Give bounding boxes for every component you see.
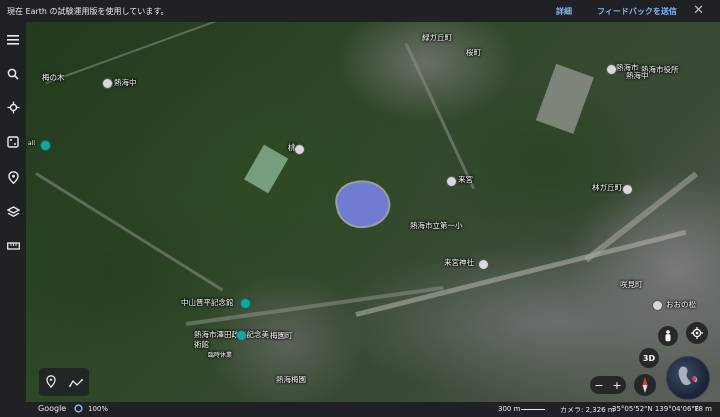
museum-pin-icon[interactable]	[236, 330, 247, 341]
menu-icon[interactable]	[3, 30, 23, 50]
greenhouse	[244, 144, 289, 194]
map-label: 咲見町	[620, 280, 643, 289]
map-label: おおの松	[666, 300, 696, 309]
details-link[interactable]: 詳細	[556, 6, 572, 17]
voyager-icon[interactable]	[3, 97, 23, 117]
place-pin-icon[interactable]	[446, 176, 457, 187]
map-label: 来宮神社	[444, 258, 474, 267]
map-toolbox	[39, 368, 89, 396]
satellite-map[interactable]: 緑ガ丘町 熱海市 熱海市役所 熱海中 来宮 熱海市立第一小 来宮神社 林ガ丘町 …	[26, 22, 720, 404]
map-label: 熱海中	[626, 71, 649, 80]
map-style-icon[interactable]	[3, 202, 23, 222]
place-pin-icon[interactable]	[652, 300, 663, 311]
close-icon[interactable]: ✕	[693, 3, 704, 18]
search-icon[interactable]	[3, 64, 23, 84]
coordinates: 35°05'52"N 139°04'06"E	[612, 405, 700, 413]
status-bar: Google 100% 300 m カメラ: 2,326 m 35°05'52"…	[26, 402, 720, 417]
google-logo: Google	[38, 404, 67, 413]
scale-label: 300 m	[498, 405, 521, 413]
map-label: 来宮	[458, 175, 473, 184]
compass-icon[interactable]	[634, 374, 656, 396]
3d-toggle-button[interactable]: 3D	[639, 348, 659, 368]
experimental-banner: 現在 Earth の試験運用版を使用しています。 詳細 フィードバックを送信 ✕	[0, 0, 720, 22]
map-label: all	[28, 140, 36, 147]
measure-icon[interactable]	[3, 236, 23, 256]
camera-altitude: カメラ: 2,326 m	[560, 406, 615, 414]
projects-icon[interactable]	[3, 167, 23, 187]
map-label: 熱海市澤田政廣記念美術館	[194, 330, 269, 349]
reservoir	[331, 174, 395, 234]
globe-overview-icon[interactable]	[666, 356, 710, 400]
random-icon[interactable]	[3, 132, 23, 152]
sidebar	[0, 22, 26, 417]
map-label: 緑ガ丘町	[422, 33, 452, 42]
map-label: 桜町	[466, 48, 481, 57]
map-label: 林ガ丘町	[592, 183, 622, 192]
railway	[355, 229, 687, 317]
zoom-out-button[interactable]: −	[594, 379, 603, 392]
museum-pin-icon[interactable]	[240, 298, 251, 309]
place-pin-icon[interactable]	[606, 64, 617, 75]
place-pin-icon[interactable]	[294, 144, 305, 155]
road	[404, 42, 475, 190]
zoom-in-button[interactable]: +	[612, 379, 621, 392]
road	[35, 172, 224, 292]
map-label: 熱海市立第一小	[410, 221, 463, 230]
place-pin-icon[interactable]	[478, 259, 489, 270]
draw-path-icon[interactable]	[68, 373, 83, 392]
zoom-control: − +	[590, 376, 626, 394]
map-label: 熱海梅園	[276, 375, 306, 384]
my-location-icon[interactable]	[686, 322, 708, 344]
road	[535, 63, 594, 134]
place-pin-icon[interactable]	[102, 78, 113, 89]
zoom-percent: 100%	[88, 405, 109, 413]
elevation: 78 m	[694, 405, 712, 413]
banner-message: 現在 Earth の試験運用版を使用しています。	[7, 7, 169, 16]
road	[45, 22, 235, 84]
feedback-link[interactable]: フィードバックを送信	[597, 6, 677, 17]
map-label: 中山晋平記念館	[181, 298, 234, 307]
loading-indicator-icon	[74, 404, 83, 415]
scale-bar	[521, 409, 545, 410]
map-label: 梅園町	[270, 331, 293, 340]
map-label: 臨時休業	[208, 352, 233, 359]
street-view-pegman-icon[interactable]	[658, 326, 678, 346]
map-label: 梅の木	[42, 73, 65, 82]
place-pin-icon[interactable]	[622, 184, 633, 195]
add-placemark-icon[interactable]	[45, 373, 56, 392]
map-label: 熱海中	[114, 78, 137, 87]
park-pin-icon[interactable]	[40, 140, 51, 151]
